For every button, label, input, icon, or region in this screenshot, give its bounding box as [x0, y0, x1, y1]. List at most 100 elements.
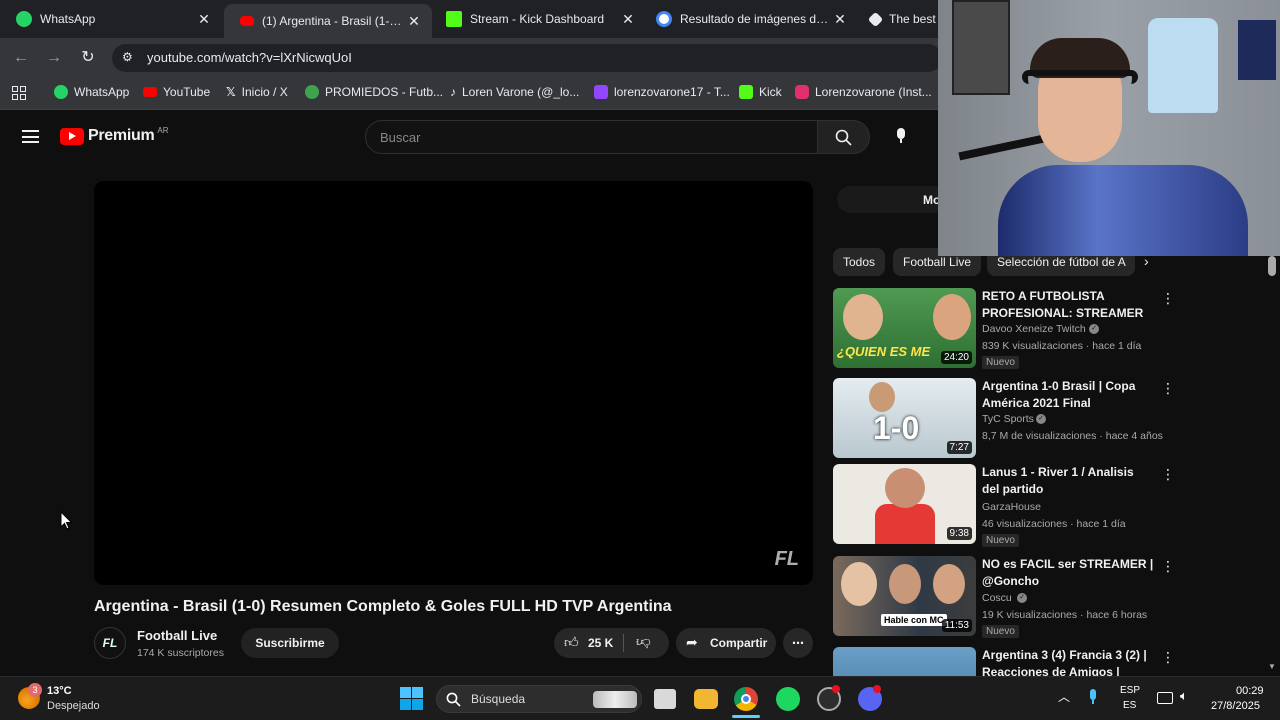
volume-icon[interactable]: 🔈︎: [1180, 688, 1188, 704]
bookmark-label: YouTube: [163, 85, 211, 99]
microphone-icon[interactable]: [1089, 689, 1097, 707]
tab-title: (1) Argentina - Brasil (1-0) Re: [262, 14, 406, 28]
bookmark-kick[interactable]: Kick: [739, 85, 782, 99]
tab-title: The best: [889, 12, 936, 26]
clock-date[interactable]: 27/8/2025: [1211, 700, 1260, 712]
webcam-poster: [952, 0, 1010, 95]
bookmark-promiedos[interactable]: PROMIEDOS - Futb...: [305, 85, 443, 99]
chip-todos[interactable]: Todos: [833, 248, 886, 276]
mo-button[interactable]: Mo: [837, 186, 947, 213]
search-input[interactable]: Buscar: [365, 120, 818, 154]
like-icon[interactable]: 👍︎: [564, 634, 579, 651]
forward-icon[interactable]: →: [44, 48, 64, 68]
close-icon[interactable]: ✕: [620, 11, 636, 28]
new-badge: Nuevo: [982, 534, 1019, 547]
apps-grid-icon[interactable]: [12, 86, 26, 100]
recommendation-item[interactable]: 9:38 Lanus 1 - River 1 / Analisis del pa…: [833, 464, 1175, 547]
bookmark-label: Kick: [759, 85, 782, 99]
diamond-icon: [867, 11, 884, 27]
weather-condition[interactable]: Despejado: [47, 700, 100, 712]
subscribe-button[interactable]: Suscribirme: [241, 628, 339, 658]
more-vertical-icon[interactable]: ⋮: [1161, 380, 1175, 397]
video-thumbnail[interactable]: ¿QUIEN ES ME 24:20: [833, 288, 976, 368]
keyboard-layout[interactable]: ES: [1123, 700, 1136, 711]
taskbar-search[interactable]: Búsqueda: [436, 685, 642, 713]
close-icon[interactable]: ✕: [832, 11, 848, 28]
recommendation-channel[interactable]: Davoo Xeneize Twitch: [982, 323, 1086, 335]
recommendation-title: RETO A FUTBOLISTA PROFESIONAL: STREAMER …: [982, 289, 1144, 320]
recommendation-channel[interactable]: Coscu: [982, 592, 1012, 604]
dislike-icon[interactable]: 👍︎: [636, 634, 651, 651]
bookmark-label: Inicio / X: [241, 85, 288, 99]
bookmark-label: PROMIEDOS - Futb...: [325, 85, 444, 99]
video-player[interactable]: FL: [94, 181, 813, 585]
bookmark-tiktok[interactable]: ♪ Loren Varone (@_lo...: [450, 85, 579, 99]
kick-icon: [739, 85, 753, 99]
spotify-icon[interactable]: [776, 687, 800, 711]
bookmark-youtube[interactable]: YouTube: [143, 85, 210, 99]
file-explorer-icon[interactable]: [694, 689, 718, 709]
thumbnail-face: [933, 294, 971, 340]
tab-youtube-active[interactable]: (1) Argentina - Brasil (1-0) Re ✕: [224, 4, 432, 38]
bookmark-twitch[interactable]: lorenzovarone17 - T...: [594, 85, 730, 99]
close-icon[interactable]: ✕: [406, 13, 422, 30]
chevron-up-icon[interactable]: ︿: [1058, 688, 1070, 705]
share-button[interactable]: ➦ Compartir: [676, 628, 776, 658]
recommendation-stats: 46 visualizaciones · hace 1 día: [982, 518, 1126, 530]
recommendation-stats: 839 K visualizaciones · hace 1 día: [982, 340, 1142, 352]
subscribe-label: Suscribirme: [255, 636, 325, 650]
channel-avatar[interactable]: FL: [94, 627, 126, 659]
recommendation-item[interactable]: 1-0 7:27 Argentina 1-0 Brasil | Copa Amé…: [833, 378, 1175, 458]
close-icon[interactable]: ✕: [196, 11, 212, 28]
more-vertical-icon[interactable]: ⋮: [1161, 290, 1175, 307]
video-thumbnail[interactable]: 9:38: [833, 464, 976, 544]
recommendation-item[interactable]: Argentina 3 (4) Francia 3 (2) | Reaccion…: [833, 647, 1173, 676]
more-horizontal-icon: ⋯: [792, 636, 804, 650]
video-thumbnail[interactable]: Hable con MC 11:53: [833, 556, 976, 636]
microphone-icon[interactable]: [896, 128, 906, 144]
scroll-down-arrow-icon[interactable]: ▼: [1268, 662, 1276, 671]
search-icon: [446, 692, 461, 707]
recommendation-item[interactable]: ¿QUIEN ES ME 24:20 RETO A FUTBOLISTA PRO…: [833, 288, 1175, 369]
more-actions-button[interactable]: ⋯: [783, 628, 813, 658]
back-icon[interactable]: ←: [11, 48, 31, 68]
more-vertical-icon[interactable]: ⋮: [1161, 649, 1173, 666]
network-icon[interactable]: [1157, 692, 1173, 704]
scrollbar-thumb[interactable]: [1268, 256, 1276, 276]
search-icon: [835, 129, 852, 146]
menu-icon[interactable]: [22, 130, 39, 143]
video-thumbnail[interactable]: 1-0 7:27: [833, 378, 976, 458]
recommendation-stats: 8,7 M de visualizaciones · hace 4 años: [982, 430, 1163, 442]
recommendation-item[interactable]: Hable con MC 11:53 NO es FACIL ser STREA…: [833, 556, 1175, 638]
site-settings-icon[interactable]: ⚙: [122, 50, 133, 64]
address-bar[interactable]: ⚙ youtube.com/watch?v=lXrNicwqUoI: [112, 44, 942, 72]
more-vertical-icon[interactable]: ⋮: [1161, 558, 1175, 575]
google-icon: [656, 11, 672, 27]
tab-whatsapp[interactable]: WhatsApp ✕: [0, 6, 222, 32]
clock-time[interactable]: 00:29: [1236, 685, 1264, 697]
reload-icon[interactable]: ↻: [78, 48, 98, 68]
share-icon: ➦: [686, 634, 698, 650]
weather-temp[interactable]: 13°C: [47, 685, 72, 697]
youtube-premium-logo[interactable]: Premium AR: [60, 126, 169, 145]
tab-kick[interactable]: Stream - Kick Dashboard ✕: [430, 6, 646, 32]
channel-name[interactable]: Football Live: [137, 628, 217, 643]
language-indicator[interactable]: ESP: [1120, 685, 1140, 696]
recommendation-title: Argentina 3 (4) Francia 3 (2) | Reaccion…: [982, 648, 1147, 676]
instagram-icon: [795, 85, 809, 99]
verified-icon: ✓: [1036, 414, 1046, 424]
search-button[interactable]: [818, 120, 870, 154]
recommendation-channel[interactable]: GarzaHouse: [982, 501, 1041, 513]
bookmark-x[interactable]: 𝕏 Inicio / X: [226, 85, 288, 99]
tab-the-best[interactable]: The best: [854, 6, 944, 32]
bookmark-whatsapp[interactable]: WhatsApp: [54, 85, 129, 99]
recommendation-channel[interactable]: TyC Sports: [982, 413, 1034, 425]
more-vertical-icon[interactable]: ⋮: [1161, 466, 1175, 483]
video-duration: 11:53: [941, 619, 972, 632]
bookmark-instagram[interactable]: Lorenzovarone (Inst...: [795, 85, 932, 99]
windows-start-icon[interactable]: [400, 687, 423, 710]
tab-google-images[interactable]: Resultado de imágenes de G ✕: [640, 6, 858, 32]
webcam-person-body: [998, 165, 1248, 256]
task-view-icon[interactable]: [654, 689, 676, 709]
video-thumbnail[interactable]: [833, 647, 976, 676]
